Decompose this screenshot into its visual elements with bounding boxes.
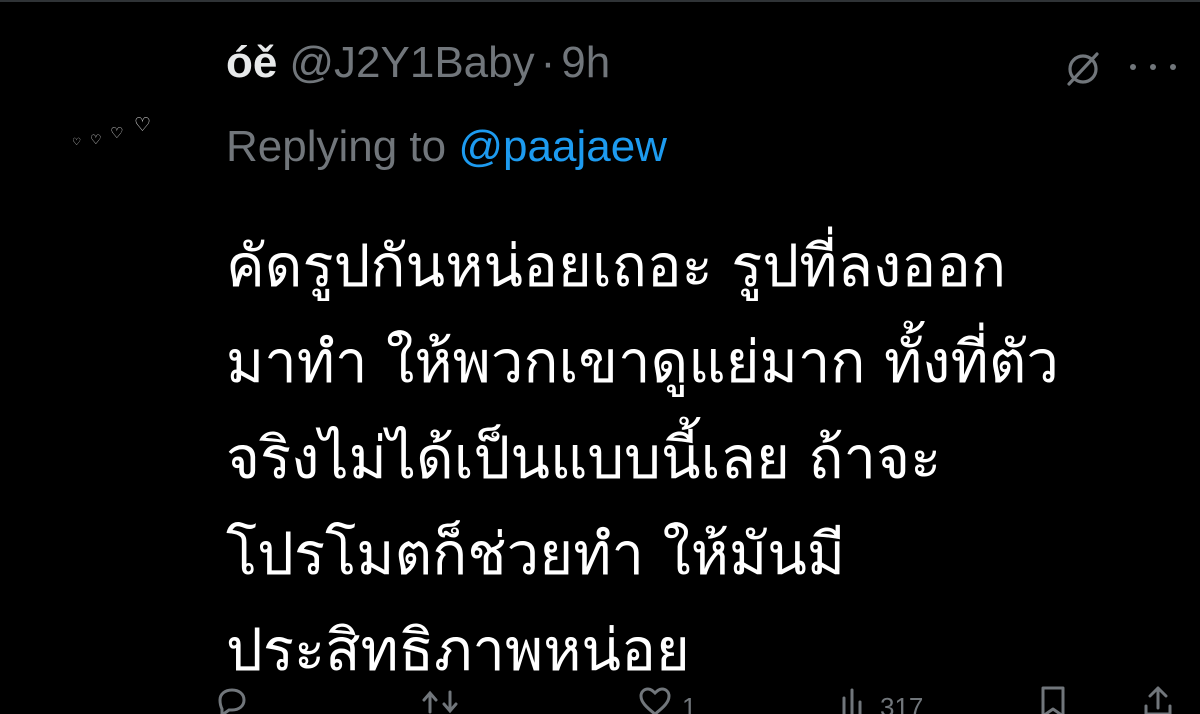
reply-button[interactable] <box>214 684 258 714</box>
separator-dot: · <box>540 38 556 87</box>
share-button[interactable] <box>1140 684 1176 714</box>
bookmark-button[interactable] <box>1036 684 1070 714</box>
avatar-heart-icon: ♡ <box>72 137 81 148</box>
replying-to: Replying to @paajaew <box>226 122 667 172</box>
timestamp[interactable]: 9h <box>561 38 610 88</box>
views-icon <box>842 688 862 714</box>
tweet-header: óě @J2Y1Baby · 9h <box>226 38 610 108</box>
views-button[interactable]: 317 <box>836 684 923 714</box>
tweet-text-line: โปรโมตก็ช่วยทำ ให้มันมี <box>226 520 846 588</box>
user-handle[interactable]: @J2Y1Baby <box>289 38 534 88</box>
like-count: 1 <box>682 692 697 714</box>
views-count: 317 <box>880 692 924 714</box>
action-bar: 1 317 <box>0 684 1200 714</box>
share-icon <box>1144 686 1172 714</box>
avatar-heart-icon: ♡ <box>90 132 102 147</box>
reply-icon <box>218 688 246 714</box>
avatar[interactable]: ♡ ♡ ♡ ♡ <box>60 100 170 160</box>
replying-to-label: Replying to <box>226 122 447 171</box>
tweet-text-line: คัดรูปกันหน่อยเถอะ รูปที่ลงออก <box>226 232 1007 300</box>
bookmark-icon <box>1041 686 1065 714</box>
display-name[interactable]: óě <box>226 38 277 88</box>
retweet-icon <box>422 690 458 714</box>
tweet-text-line: มาทำ ให้พวกเขาดูแย่มาก ทั้งที่ตัว <box>226 328 1059 396</box>
retweet-button[interactable] <box>420 684 468 714</box>
like-button[interactable]: 1 <box>636 684 696 714</box>
more-icon[interactable] <box>1130 52 1176 82</box>
tweet-text-line: จริงไม่ได้เป็นแบบนี้เลย ถ้าจะ <box>226 424 942 492</box>
avatar-heart-icon: ♡ <box>110 125 124 142</box>
grok-icon[interactable] <box>1062 48 1104 90</box>
reply-mention-link[interactable]: @paajaew <box>458 122 667 171</box>
tweet-text: คัดรูปกันหน่อยเถอะ รูปที่ลงออก มาทำ ให้พ… <box>226 218 1176 698</box>
heart-icon <box>639 687 671 714</box>
tweet[interactable]: ♡ ♡ ♡ ♡ óě @J2Y1Baby · 9h Replying to @p… <box>0 0 1200 714</box>
avatar-heart-icon: ♡ <box>134 115 152 136</box>
divider <box>0 0 1200 2</box>
